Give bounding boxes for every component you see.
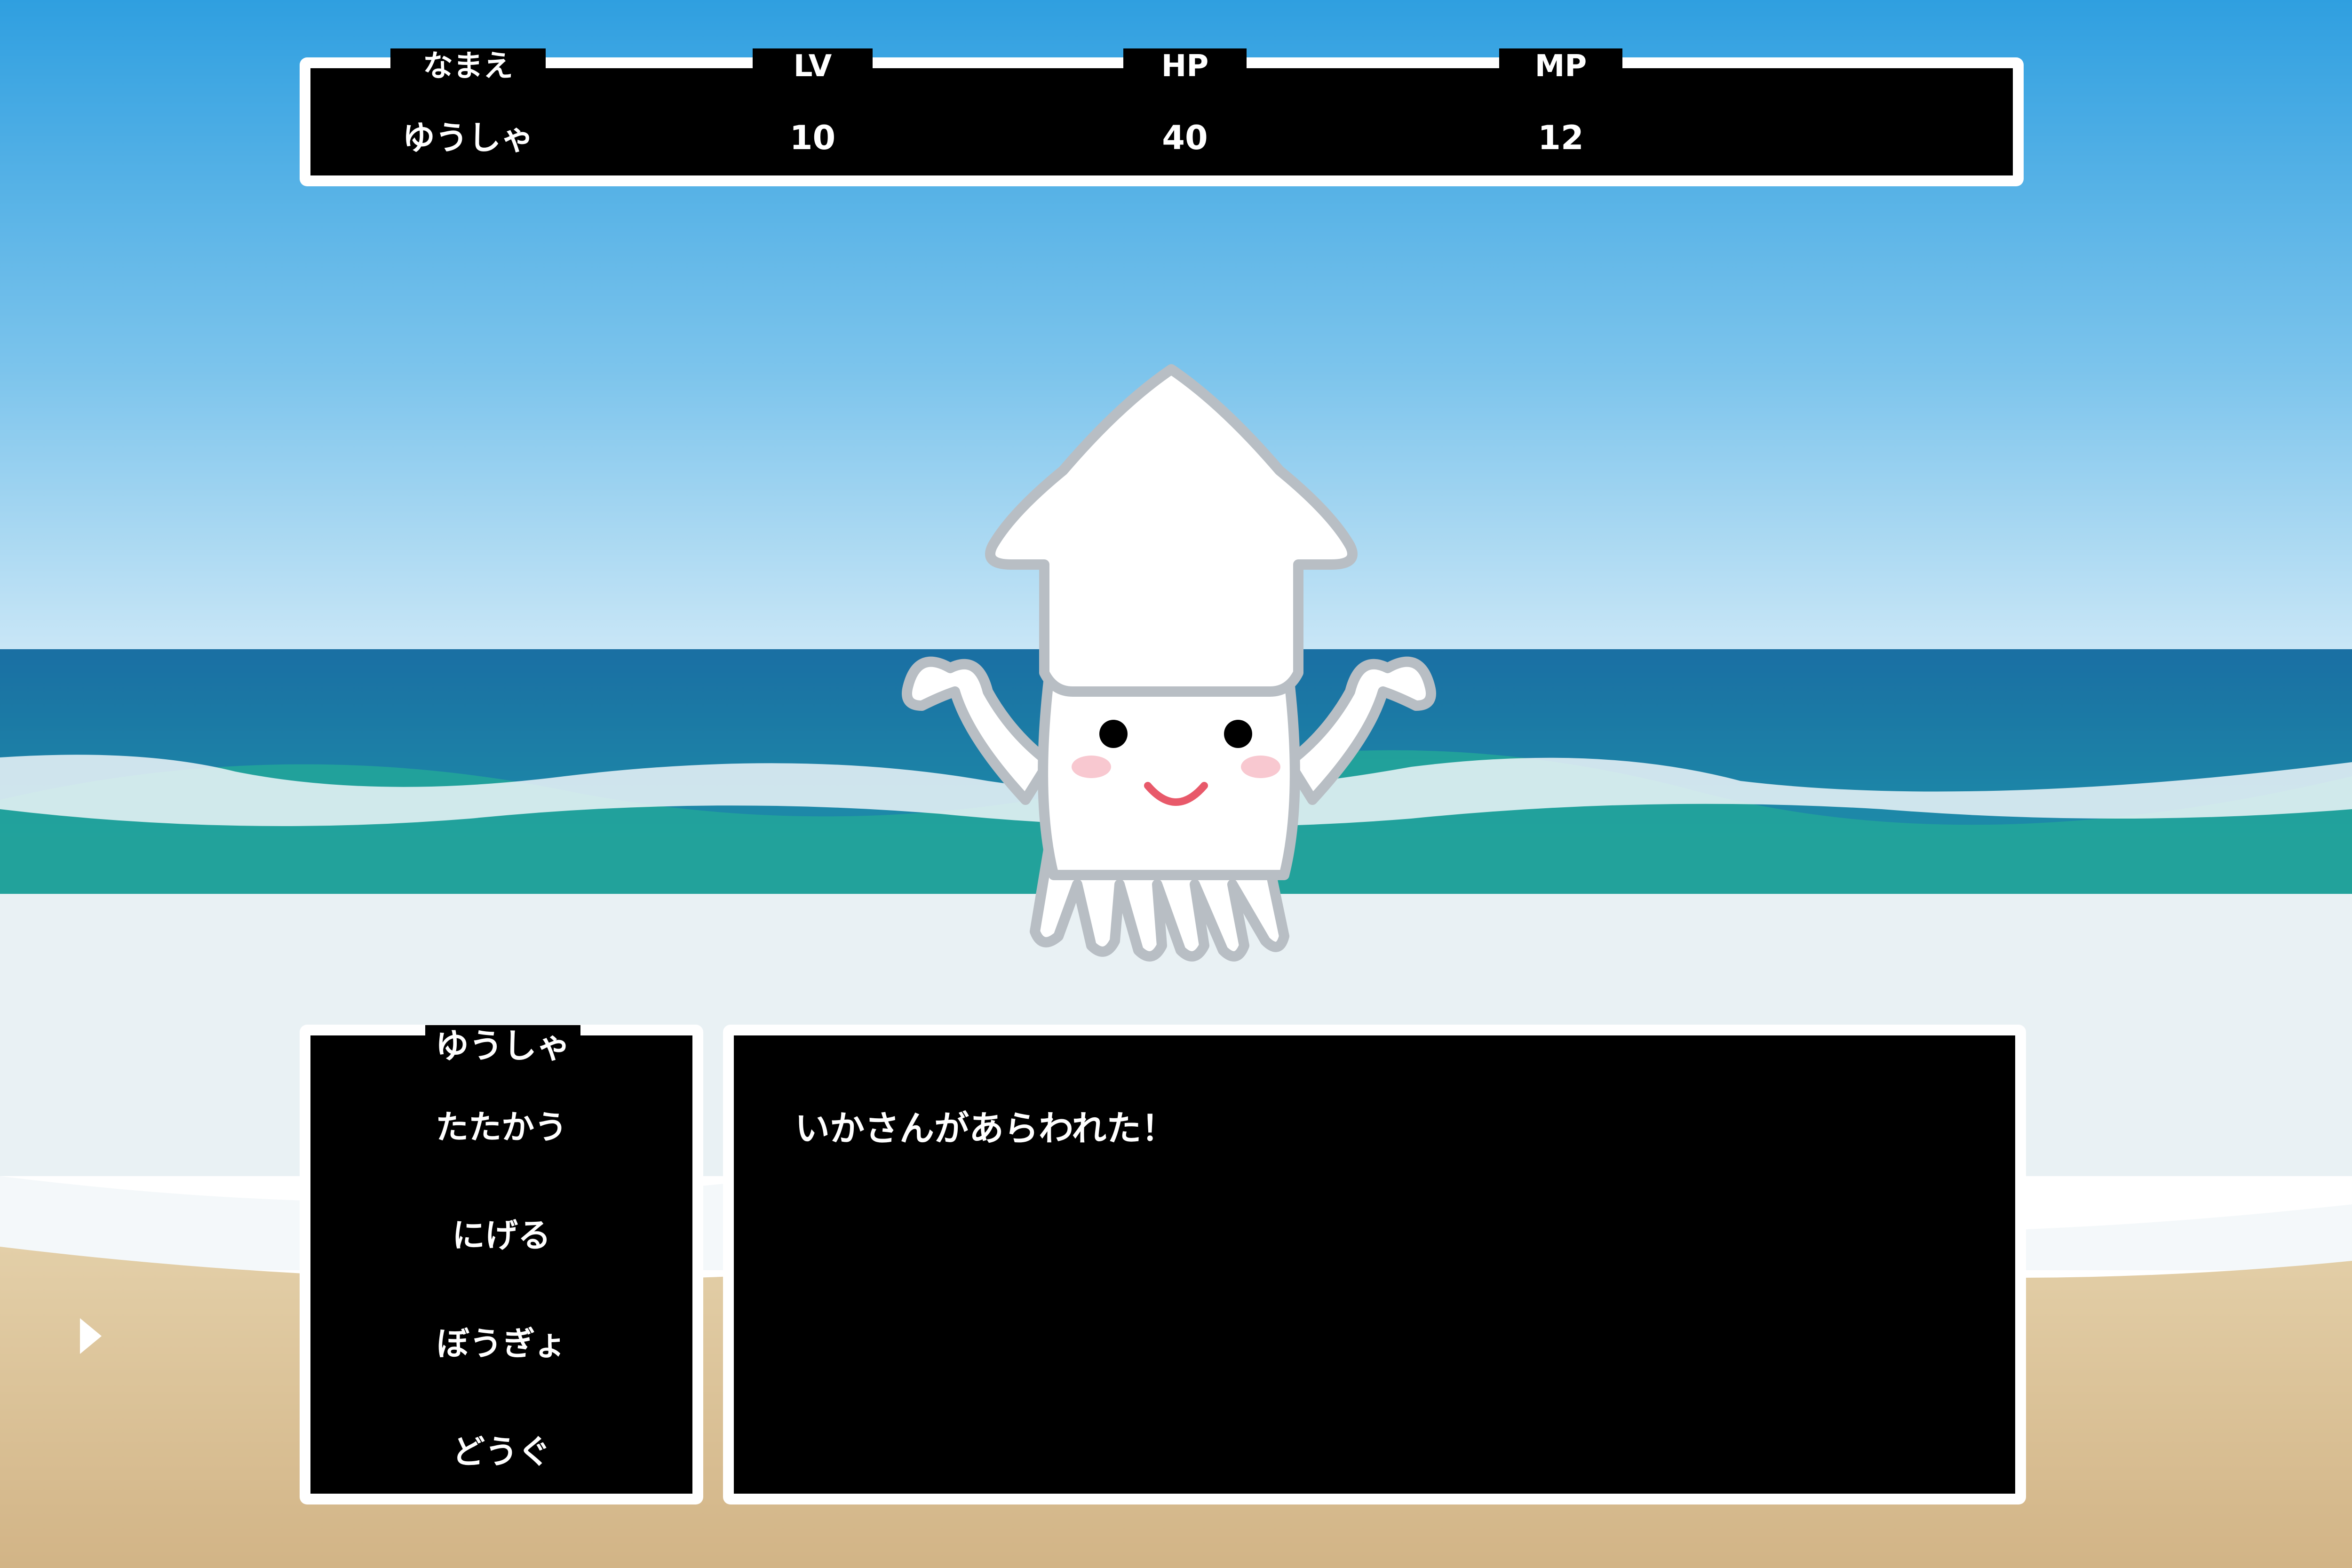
status-window: なまえ LV HP MP ゆうしゃ 10 40 12 [300, 48, 2024, 186]
message-window: いかさんがあらわれた！ [723, 1025, 2026, 1504]
command-fight[interactable]: たたかう [310, 1111, 692, 1144]
command-window: ゆうしゃ たたかう にげる ぼうぎょ どうぐ [300, 1025, 703, 1504]
hero-hp: 40 [1162, 119, 1208, 157]
command-defend[interactable]: ぼうぎょ [310, 1327, 692, 1360]
hero-mp: 12 [1538, 119, 1584, 157]
battle-message: いかさんがあらわれた！ [795, 1108, 1176, 1149]
command-run[interactable]: にげる [310, 1219, 692, 1252]
name-label: なまえ [390, 48, 546, 86]
command-item[interactable]: どうぐ [310, 1435, 692, 1468]
mp-label: MP [1499, 48, 1622, 86]
hero-level: 10 [789, 119, 836, 157]
hero-name: ゆうしゃ [402, 119, 534, 157]
squid-blush-right [1241, 756, 1280, 778]
hp-label: HP [1123, 48, 1247, 86]
lv-label: LV [753, 48, 873, 86]
squid-eye-left [1099, 720, 1128, 748]
command-title: ゆうしゃ [425, 1025, 580, 1066]
selection-cursor-icon [80, 1318, 102, 1354]
squid-blush-left [1072, 756, 1111, 778]
squid-eye-right [1224, 720, 1252, 748]
